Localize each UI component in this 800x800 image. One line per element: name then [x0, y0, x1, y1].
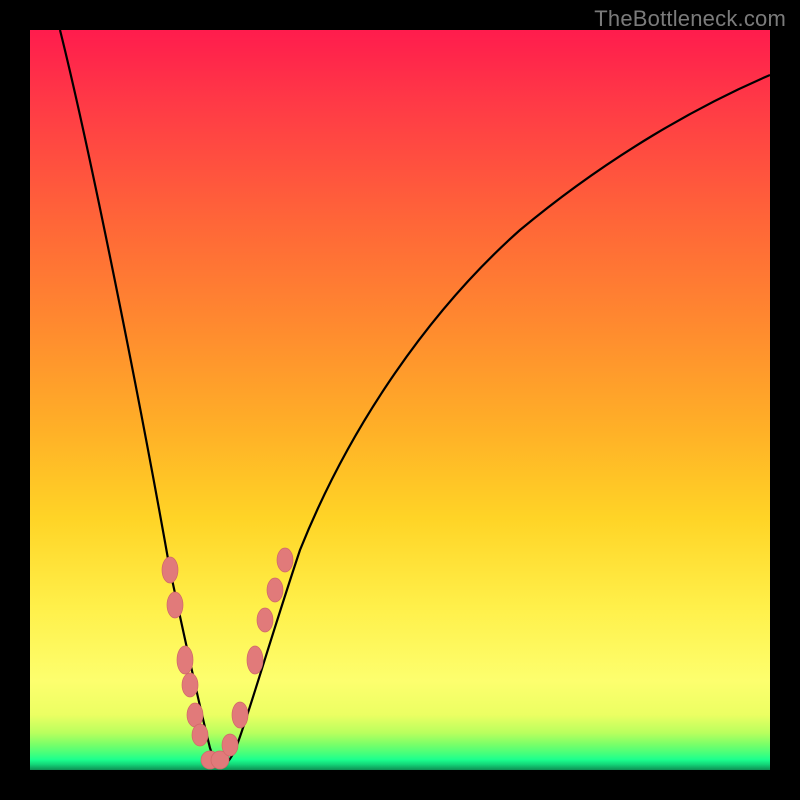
curve-sample-marker [177, 646, 193, 674]
curve-sample-marker [232, 702, 248, 728]
curve-sample-marker [167, 592, 183, 618]
bottleneck-curve-path [60, 30, 770, 765]
curve-sample-marker [162, 557, 178, 583]
curve-sample-marker [187, 703, 203, 727]
chart-frame: TheBottleneck.com [0, 0, 800, 800]
plot-area [30, 30, 770, 770]
curve-sample-marker [222, 734, 238, 756]
curve-sample-marker [182, 673, 198, 697]
curve-sample-marker [247, 646, 263, 674]
curve-svg [30, 30, 770, 770]
marker-group [162, 548, 293, 769]
curve-group [60, 30, 770, 765]
curve-sample-marker [267, 578, 283, 602]
watermark-text: TheBottleneck.com [594, 6, 786, 32]
curve-sample-marker [257, 608, 273, 632]
curve-sample-marker [192, 724, 208, 746]
curve-sample-marker [277, 548, 293, 572]
